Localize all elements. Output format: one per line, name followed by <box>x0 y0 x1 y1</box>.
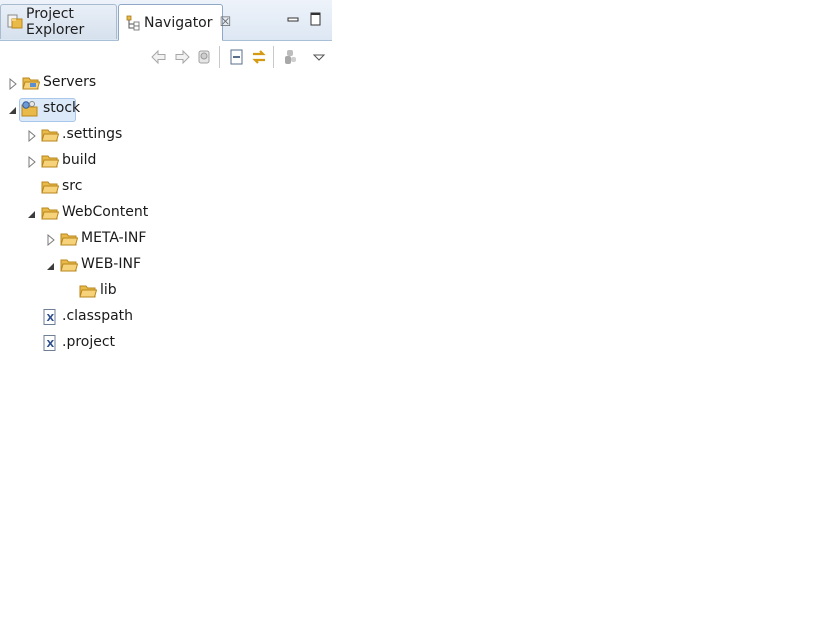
tree-item-meta-inf[interactable]: META-INF <box>0 228 332 252</box>
tree-item-label: lib <box>100 282 117 298</box>
tab-navigator[interactable]: Navigator ☒ <box>118 4 231 41</box>
toolbar-separator <box>273 46 274 68</box>
tree-item-webcontent[interactable]: WebContent <box>0 202 332 226</box>
view-tab-bar: Project Explorer Navigator ☒ <box>0 0 332 41</box>
expand-arrow-icon[interactable] <box>27 156 37 168</box>
tree-item-label: build <box>62 152 97 168</box>
tree-item-stock[interactable]: stock <box>0 98 332 122</box>
project-icon <box>21 101 38 117</box>
view-menu-icon[interactable] <box>310 48 328 66</box>
svg-text:X: X <box>47 339 55 350</box>
tree-item-label: .classpath <box>62 308 134 324</box>
navigator-icon <box>126 15 140 30</box>
tab-project-explorer[interactable]: Project Explorer <box>0 4 117 39</box>
tree-item-label: WEB-INF <box>81 256 141 272</box>
working-sets-icon[interactable] <box>282 48 300 66</box>
tab-label: Navigator <box>144 14 213 31</box>
tree-item-label: META-INF <box>81 230 147 246</box>
tree-item-label: WebContent <box>62 204 149 220</box>
folder-icon <box>60 233 78 246</box>
collapse-arrow-icon[interactable] <box>46 260 56 272</box>
back-icon[interactable] <box>150 48 168 66</box>
view-toolbar <box>0 41 332 73</box>
xml-file-icon: X <box>43 309 56 325</box>
tree-item-build[interactable]: build <box>0 150 332 174</box>
tree-item-label: .project <box>62 334 116 350</box>
tree-item-src[interactable]: src <box>0 176 332 200</box>
project-explorer-icon <box>7 14 23 29</box>
forward-icon[interactable] <box>173 48 191 66</box>
tree-item-web-inf[interactable]: WEB-INF <box>0 254 332 278</box>
collapse-arrow-icon[interactable] <box>27 208 37 220</box>
tree-item-settings[interactable]: .settings <box>0 124 332 148</box>
minimize-icon[interactable] <box>287 12 301 26</box>
folder-icon <box>60 259 78 272</box>
close-icon[interactable]: ☒ <box>220 15 232 30</box>
xml-file-icon: X <box>43 335 56 351</box>
expand-arrow-icon[interactable] <box>8 78 18 90</box>
go-into-icon[interactable] <box>196 48 214 66</box>
folder-icon <box>41 129 59 142</box>
collapse-arrow-icon[interactable] <box>8 104 18 116</box>
tab-label: Project Explorer <box>26 6 85 38</box>
folder-icon <box>22 77 40 90</box>
navigator-view: Project Explorer Navigator ☒ Servers sto… <box>0 0 332 624</box>
collapse-all-icon[interactable] <box>228 48 246 66</box>
tree-item-label: Servers <box>43 74 97 90</box>
tree-item-lib[interactable]: lib <box>0 280 332 304</box>
svg-text:X: X <box>47 313 55 324</box>
folder-icon <box>41 181 59 194</box>
tree-item-label: src <box>62 178 83 194</box>
tree-item-label: .settings <box>62 126 123 142</box>
tree-item-project[interactable]: X .project <box>0 332 332 356</box>
expand-arrow-icon[interactable] <box>27 130 37 142</box>
maximize-icon[interactable] <box>309 12 323 26</box>
toolbar-separator <box>219 46 220 68</box>
folder-icon <box>79 285 97 298</box>
folder-icon <box>41 155 59 168</box>
tree-item-servers[interactable]: Servers <box>0 72 332 96</box>
folder-icon <box>41 207 59 220</box>
link-with-editor-icon[interactable] <box>250 48 268 66</box>
tree-item-classpath[interactable]: X .classpath <box>0 306 332 330</box>
tree-item-label: stock <box>43 100 81 116</box>
expand-arrow-icon[interactable] <box>46 234 56 246</box>
